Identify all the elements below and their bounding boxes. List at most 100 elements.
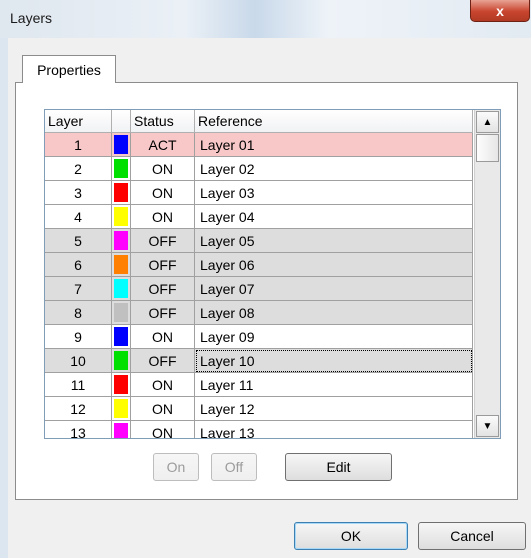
- column-header-reference[interactable]: Reference: [195, 110, 473, 133]
- layers-grid: Layer Status Reference 1 ACT Layer 01 2 ON La…: [44, 109, 501, 439]
- layer-status: OFF: [131, 277, 195, 301]
- layer-reference: Layer 05: [195, 229, 473, 253]
- layer-number: 13: [45, 421, 112, 438]
- layer-number: 7: [45, 277, 112, 301]
- layer-color-swatch[interactable]: [112, 373, 131, 397]
- cancel-button-label: Cancel: [450, 528, 494, 544]
- window-frame-edge: [0, 38, 8, 558]
- layer-number: 4: [45, 205, 112, 229]
- scroll-thumb[interactable]: [476, 134, 499, 162]
- title-bar: Layers x: [0, 0, 531, 38]
- scroll-down-button[interactable]: ▼: [476, 415, 499, 437]
- layer-reference: Layer 01: [195, 133, 473, 157]
- layer-number: 3: [45, 181, 112, 205]
- layer-reference: Layer 10: [195, 349, 473, 373]
- layer-reference: Layer 12: [195, 397, 473, 421]
- close-button[interactable]: x: [470, 0, 530, 22]
- table-row[interactable]: 10 OFF Layer 10: [45, 349, 473, 373]
- color-swatch: [114, 375, 128, 394]
- vertical-scrollbar[interactable]: ▲ ▼: [474, 110, 500, 438]
- on-button[interactable]: On: [153, 453, 199, 481]
- table-row[interactable]: 7 OFF Layer 07: [45, 277, 473, 301]
- layer-color-swatch[interactable]: [112, 205, 131, 229]
- layer-color-swatch[interactable]: [112, 349, 131, 373]
- layer-color-swatch[interactable]: [112, 181, 131, 205]
- column-header-layer[interactable]: Layer: [45, 110, 112, 133]
- layer-color-swatch[interactable]: [112, 277, 131, 301]
- column-header-status[interactable]: Status: [131, 110, 195, 133]
- edit-button[interactable]: Edit: [285, 453, 392, 481]
- layer-reference: Layer 08: [195, 301, 473, 325]
- off-button[interactable]: Off: [211, 453, 257, 481]
- layer-status: ON: [131, 397, 195, 421]
- color-swatch: [114, 255, 128, 274]
- layer-number: 1: [45, 133, 112, 157]
- grid-header: Layer Status Reference: [45, 110, 473, 133]
- layer-reference: Layer 11: [195, 373, 473, 397]
- table-row[interactable]: 3 ON Layer 03: [45, 181, 473, 205]
- color-swatch: [114, 303, 128, 322]
- layer-reference: Layer 03: [195, 181, 473, 205]
- table-row[interactable]: 9 ON Layer 09: [45, 325, 473, 349]
- layer-number: 5: [45, 229, 112, 253]
- layer-color-swatch[interactable]: [112, 157, 131, 181]
- table-row[interactable]: 6 OFF Layer 06: [45, 253, 473, 277]
- layer-number: 11: [45, 373, 112, 397]
- color-swatch: [114, 351, 128, 370]
- layer-status: ON: [131, 181, 195, 205]
- table-row[interactable]: 13 ON Layer 13: [45, 421, 473, 438]
- dialog-body: Properties Layer Status Reference 1 ACT La…: [0, 38, 531, 558]
- table-row[interactable]: 5 OFF Layer 05: [45, 229, 473, 253]
- layer-color-swatch[interactable]: [112, 253, 131, 277]
- color-swatch: [114, 399, 128, 418]
- layer-color-swatch[interactable]: [112, 301, 131, 325]
- table-row[interactable]: 1 ACT Layer 01: [45, 133, 473, 157]
- close-icon: x: [496, 2, 504, 19]
- tab-properties[interactable]: Properties: [22, 55, 116, 83]
- layer-color-swatch[interactable]: [112, 421, 131, 438]
- layer-status: ACT: [131, 133, 195, 157]
- layer-status: ON: [131, 205, 195, 229]
- column-header-color[interactable]: [112, 110, 131, 133]
- layer-number: 2: [45, 157, 112, 181]
- on-button-label: On: [166, 459, 186, 475]
- layer-status: OFF: [131, 349, 195, 373]
- grid-rows: 1 ACT Layer 01 2 ON Layer 02 3 ON Layer 03 4 ON Lay…: [45, 133, 473, 438]
- table-row[interactable]: 12 ON Layer 12: [45, 397, 473, 421]
- color-swatch: [114, 279, 128, 298]
- layer-number: 10: [45, 349, 112, 373]
- scroll-up-button[interactable]: ▲: [476, 111, 499, 133]
- color-swatch: [114, 231, 128, 250]
- layer-number: 6: [45, 253, 112, 277]
- table-row[interactable]: 8 OFF Layer 08: [45, 301, 473, 325]
- layer-color-swatch[interactable]: [112, 229, 131, 253]
- scroll-up-icon: ▲: [482, 116, 493, 128]
- layer-color-swatch[interactable]: [112, 133, 131, 157]
- off-button-label: Off: [224, 459, 244, 475]
- layer-status: ON: [131, 373, 195, 397]
- layer-color-swatch[interactable]: [112, 397, 131, 421]
- layer-number: 9: [45, 325, 112, 349]
- table-row[interactable]: 2 ON Layer 02: [45, 157, 473, 181]
- layer-status: OFF: [131, 301, 195, 325]
- layer-reference: Layer 13: [195, 421, 473, 438]
- layer-status: OFF: [131, 229, 195, 253]
- ok-button[interactable]: OK: [294, 522, 408, 550]
- layer-reference: Layer 02: [195, 157, 473, 181]
- window-title: Layers: [10, 10, 53, 26]
- tab-label: Properties: [37, 61, 101, 78]
- layer-reference: Layer 09: [195, 325, 473, 349]
- layer-number: 12: [45, 397, 112, 421]
- layer-status: OFF: [131, 253, 195, 277]
- color-swatch: [114, 207, 128, 226]
- cancel-button[interactable]: Cancel: [418, 522, 526, 550]
- layer-reference: Layer 07: [195, 277, 473, 301]
- layer-color-swatch[interactable]: [112, 325, 131, 349]
- ok-button-label: OK: [340, 528, 362, 544]
- color-swatch: [114, 423, 128, 438]
- table-row[interactable]: 4 ON Layer 04: [45, 205, 473, 229]
- layer-status: ON: [131, 157, 195, 181]
- table-row[interactable]: 11 ON Layer 11: [45, 373, 473, 397]
- scroll-down-icon: ▼: [482, 420, 493, 432]
- layer-reference: Layer 04: [195, 205, 473, 229]
